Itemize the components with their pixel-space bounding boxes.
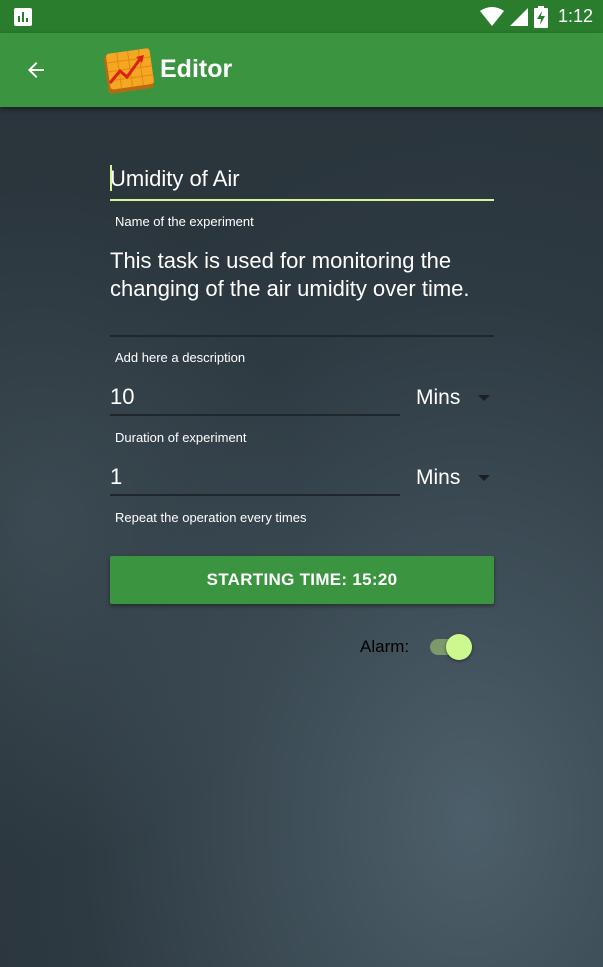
app-bar: Editor (0, 33, 603, 107)
repeat-input[interactable]: 1 (110, 464, 400, 496)
duration-value: 10 (110, 384, 135, 409)
repeat-unit-dropdown[interactable]: Mins (416, 466, 491, 490)
chart-icon (14, 8, 32, 26)
duration-unit-label: Mins (416, 386, 461, 409)
duration-input[interactable]: 10 (110, 384, 400, 416)
starting-time-button[interactable]: STARTING TIME: 15:20 (110, 556, 494, 604)
description-caption: Add here a description (115, 350, 246, 365)
name-caption: Name of the experiment (115, 214, 254, 229)
duration-unit-dropdown[interactable]: Mins (416, 386, 491, 410)
repeat-unit-label: Mins (416, 466, 461, 489)
dropdown-arrow-icon (478, 475, 491, 481)
chart-logo-icon (103, 48, 155, 94)
back-button[interactable] (18, 52, 54, 88)
duration-underline (110, 414, 400, 416)
duration-caption: Duration of experiment (115, 430, 247, 445)
repeat-caption: Repeat the operation every times (115, 510, 307, 525)
experiment-name-field[interactable]: Umidity of Air (110, 166, 494, 202)
dropdown-arrow-icon (478, 395, 491, 401)
clock: 1:12 (557, 6, 593, 26)
signal-icon (509, 7, 528, 26)
page-title: Editor (160, 55, 233, 83)
arrow-back-icon (28, 62, 44, 78)
repeat-value: 1 (110, 464, 123, 489)
toggle-thumb (446, 634, 472, 660)
alarm-label: Alarm: (360, 637, 410, 656)
text-cursor (110, 165, 112, 191)
description-underline (110, 335, 494, 337)
alarm-toggle[interactable] (428, 633, 474, 661)
repeat-underline (110, 494, 400, 496)
description-field[interactable]: This task is used for monitoring the cha… (110, 247, 500, 303)
experiment-name-value: Umidity of Air (110, 166, 240, 191)
battery-charging-icon (533, 5, 548, 28)
editor-screen: 1:12 Editor Umidity of Air Name of the e… (0, 0, 603, 967)
status-bar: 1:12 (0, 0, 603, 33)
wifi-icon (479, 6, 504, 26)
name-underline (110, 199, 494, 201)
